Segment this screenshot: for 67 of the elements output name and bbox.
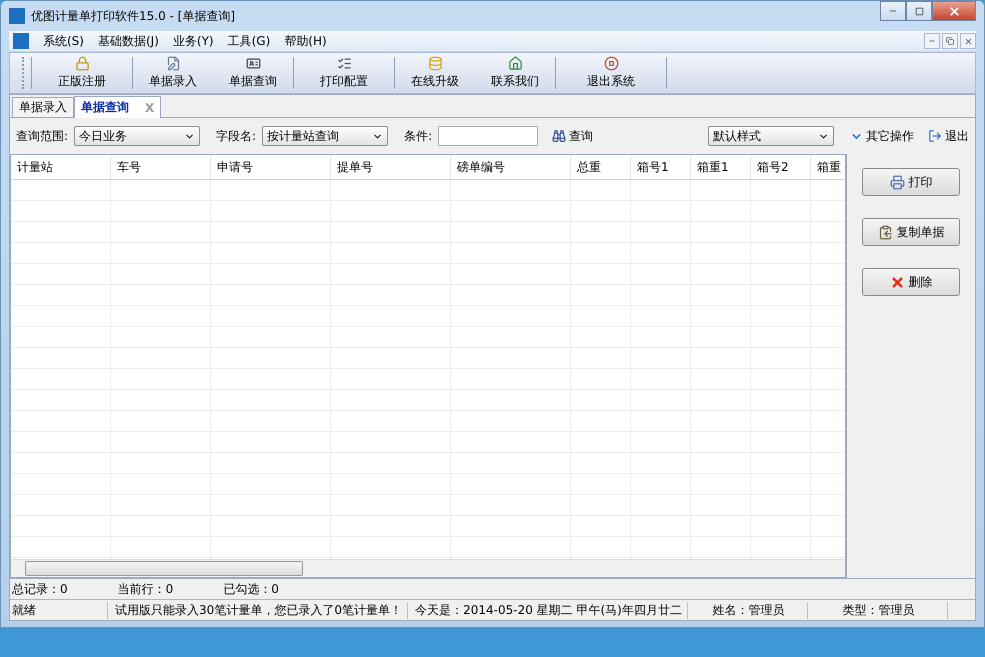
other-operations-button[interactable]: 其它操作 xyxy=(850,128,914,144)
close-icon xyxy=(948,4,960,18)
database-icon xyxy=(428,56,442,71)
stop-icon xyxy=(604,56,618,71)
field-label: 条件: xyxy=(404,128,432,144)
range-dropdown[interactable]: 今日业务 xyxy=(74,126,200,146)
column-header[interactable]: 箱号1 xyxy=(631,155,691,179)
field-label: 查询范围: xyxy=(16,128,68,144)
window-title: 优图计量单打印软件15.0 - [单据查询] xyxy=(31,8,236,24)
column-header[interactable]: 箱号2 xyxy=(751,155,811,179)
condition-input-field[interactable] xyxy=(438,126,538,146)
toolbar-button[interactable]: 单据录入 xyxy=(133,53,213,93)
style-dropdown[interactable]: 默认样式 xyxy=(708,126,834,146)
app-logo-icon xyxy=(13,33,29,49)
action-button[interactable]: 删除 xyxy=(862,268,960,296)
status-text: 试用版只能录入30笔计量单，您已录入了0笔计量单！ xyxy=(108,602,408,618)
menu-item[interactable]: 业务(Y) xyxy=(172,32,214,50)
app-logo-icon xyxy=(9,8,25,24)
status-text: 类型：管理员 xyxy=(808,602,948,618)
toolbar-button[interactable]: 退出系统 xyxy=(556,53,666,93)
tab[interactable]: 单据查询 X xyxy=(74,96,162,118)
restore-button[interactable] xyxy=(942,33,958,49)
card-icon xyxy=(246,56,260,71)
delete-icon xyxy=(890,274,904,290)
maximize-button[interactable] xyxy=(906,1,932,21)
column-header[interactable]: 提单号 xyxy=(331,155,451,179)
toolbar-button[interactable]: 在线升级 xyxy=(395,53,475,93)
binoculars-icon xyxy=(552,129,566,143)
summary-text: 当前行：0 xyxy=(118,580,174,598)
action-button[interactable]: 打印 xyxy=(862,168,960,196)
column-header[interactable]: 申请号 xyxy=(211,155,331,179)
toolbar-button[interactable]: 单据查询 xyxy=(213,53,293,93)
field-label: 字段名: xyxy=(216,128,256,144)
search-button[interactable]: 查询 xyxy=(552,128,594,144)
menu-item[interactable]: 工具(G) xyxy=(228,32,270,50)
exit-icon xyxy=(928,129,942,143)
restore-icon xyxy=(946,37,954,45)
close-button[interactable] xyxy=(932,1,976,21)
clipboard-icon xyxy=(878,224,892,240)
column-header[interactable]: 磅单编号 xyxy=(451,155,571,179)
horizontal-scrollbar[interactable] xyxy=(11,559,845,577)
action-button[interactable]: 复制单据 xyxy=(862,218,960,246)
column-header[interactable]: 总重 xyxy=(571,155,631,179)
menu-item[interactable]: 基础数据(J) xyxy=(98,32,159,50)
summary-text: 已勾选：0 xyxy=(223,580,279,598)
column-header[interactable]: 车号 xyxy=(111,155,211,179)
status-text: 今天是：2014-05-20 星期二 甲午(马)年四月廿二 xyxy=(408,602,688,618)
document-edit-icon xyxy=(166,56,180,71)
house-icon xyxy=(508,56,522,71)
lock-icon xyxy=(74,56,90,71)
tab[interactable]: 单据录入 xyxy=(12,97,74,117)
maximize-icon xyxy=(914,6,924,16)
menu-item[interactable]: 系统(S) xyxy=(43,32,84,50)
list-icon xyxy=(336,56,352,71)
status-text: 就绪 xyxy=(10,602,108,618)
toolbar-button[interactable]: 正版注册 xyxy=(32,53,132,93)
column-header[interactable]: 箱重1 xyxy=(691,155,751,179)
printer-icon xyxy=(890,174,904,190)
status-text: 姓名：管理员 xyxy=(688,602,808,618)
menu-item[interactable]: 帮助(H) xyxy=(284,32,327,50)
summary-text: 总记录：0 xyxy=(12,580,68,598)
exit-button[interactable]: 退出 xyxy=(928,128,969,144)
toolbar-button[interactable]: 打印配置 xyxy=(294,53,394,93)
column-header[interactable]: 计量站 xyxy=(11,155,111,179)
field-dropdown[interactable]: 按计量站查询 xyxy=(262,126,388,146)
close-icon xyxy=(964,36,972,46)
toolbar-button[interactable]: 联系我们 xyxy=(475,53,555,93)
